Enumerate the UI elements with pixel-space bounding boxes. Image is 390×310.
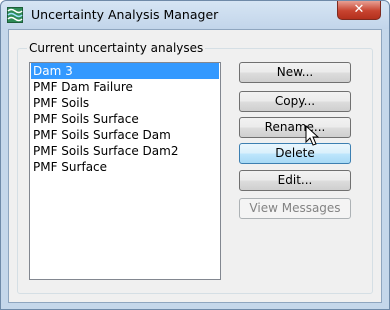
dialog-client-area: Current uncertainty analyses Dam 3 PMF D… — [8, 29, 382, 303]
arrow-cursor-icon — [305, 125, 320, 146]
delete-button[interactable]: Delete — [239, 143, 351, 164]
list-item[interactable]: PMF Surface — [31, 159, 219, 175]
list-item[interactable]: Dam 3 — [31, 63, 219, 79]
copy-button[interactable]: Copy... — [239, 91, 351, 112]
close-icon: ✕ — [353, 2, 365, 17]
analyses-list[interactable]: Dam 3 PMF Dam Failure PMF Soils PMF Soil… — [29, 62, 221, 280]
edit-button[interactable]: Edit... — [239, 170, 351, 191]
uncertainty-analysis-manager-window: Uncertainty Analysis Manager ✕ Current u… — [0, 0, 390, 310]
view-messages-button: View Messages — [239, 198, 351, 219]
group-label: Current uncertainty analyses — [27, 41, 206, 55]
list-item[interactable]: PMF Soils Surface — [31, 111, 219, 127]
list-item[interactable]: PMF Dam Failure — [31, 79, 219, 95]
rename-button[interactable]: Rename... — [239, 117, 351, 138]
list-item[interactable]: PMF Soils Surface Dam2 — [31, 143, 219, 159]
close-button[interactable]: ✕ — [337, 1, 381, 20]
uncertainty-app-icon — [7, 7, 23, 23]
list-item[interactable]: PMF Soils Surface Dam — [31, 127, 219, 143]
window-title: Uncertainty Analysis Manager — [31, 7, 219, 22]
list-item[interactable]: PMF Soils — [31, 95, 219, 111]
title-bar[interactable]: Uncertainty Analysis Manager ✕ — [1, 1, 389, 29]
new-button[interactable]: New... — [239, 62, 351, 83]
